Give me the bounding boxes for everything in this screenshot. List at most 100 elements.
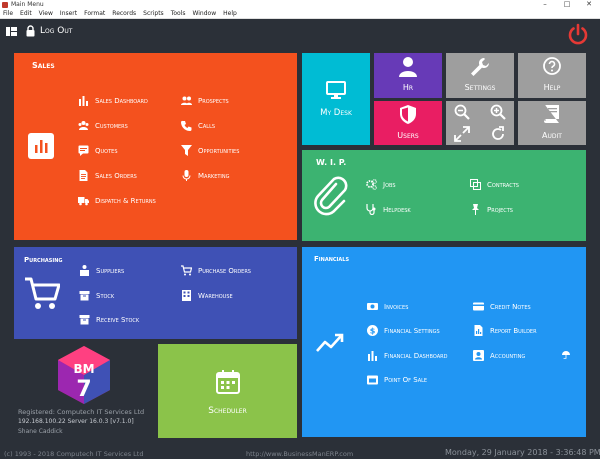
accounting-link[interactable]: Accounting	[473, 350, 525, 361]
trend-up-icon	[316, 333, 344, 352]
group-icon	[78, 121, 89, 130]
calendar-card-icon	[367, 375, 378, 385]
purchasing-tile: Purchasing Suppliers Purchase Orders Sto…	[14, 247, 297, 339]
logout-button[interactable]: Log Out	[40, 26, 72, 36]
help-label: Help	[543, 83, 561, 92]
purchase-orders-link[interactable]: Purchase Orders	[181, 265, 251, 276]
suppliers-link[interactable]: Suppliers	[79, 265, 124, 276]
book-icon	[544, 105, 559, 123]
wrench-icon	[471, 57, 490, 76]
minimize-button[interactable]: –	[534, 0, 556, 9]
audit-label: Audit	[542, 131, 562, 140]
user-text: Shane Caddick	[18, 428, 63, 435]
menu-edit[interactable]: Edit	[20, 9, 32, 18]
menu-scripts[interactable]: Scripts	[143, 9, 164, 18]
microphone-icon	[182, 170, 191, 181]
registered-text: Registered: Computech IT Services Ltd	[18, 408, 145, 416]
scheduler-tile[interactable]: Scheduler	[158, 344, 297, 438]
menu-tools[interactable]: Tools	[171, 9, 186, 18]
hr-label: Hr	[402, 83, 414, 92]
cart-icon	[181, 265, 192, 276]
maximize-button[interactable]: □	[556, 0, 578, 9]
phone-icon	[181, 120, 192, 131]
wip-tile: W. I. P. Jobs Contracts Helpdesk Project…	[302, 150, 586, 241]
datetime-text: Monday, 29 January 2018 - 3:36:48 PM	[445, 448, 600, 457]
settings-tile[interactable]: Settings	[446, 53, 514, 98]
money-icon	[367, 303, 378, 310]
umbrella-icon[interactable]	[562, 351, 570, 359]
dollar-icon: $	[367, 325, 378, 336]
paperclip-icon	[314, 176, 348, 216]
audit-tile[interactable]: Audit	[518, 101, 586, 145]
wip-title: W. I. P.	[316, 158, 347, 167]
sales-dashboard-link[interactable]: Sales Dashboard	[78, 95, 148, 106]
zoom-in-icon[interactable]	[490, 104, 506, 120]
menu-insert[interactable]: Insert	[60, 9, 77, 18]
financial-dashboard-link[interactable]: Financial Dashboard	[367, 350, 447, 361]
lock-icon[interactable]	[26, 25, 35, 37]
logo-text: BM	[73, 362, 94, 376]
sales-orders-link[interactable]: Sales Orders	[78, 170, 137, 181]
server-text: 192.168.100.22 Server 16.0.3 [v7.1.0]	[18, 418, 134, 425]
menu-help[interactable]: Help	[223, 9, 237, 18]
dispatch-returns-link[interactable]: Dispatch & Returns	[78, 195, 156, 206]
funnel-icon	[181, 145, 192, 156]
quote-icon	[78, 145, 89, 156]
menu-window[interactable]: Window	[192, 9, 216, 18]
gears-icon	[366, 179, 377, 190]
helpdesk-link[interactable]: Helpdesk	[366, 204, 411, 215]
sales-tile: Sales Sales Dashboard Prospects Customer…	[14, 53, 297, 240]
financial-settings-link[interactable]: $ Financial Settings	[367, 325, 440, 336]
invoices-link[interactable]: Invoices	[367, 301, 408, 312]
projects-link[interactable]: Projects	[470, 204, 513, 215]
layout-grid-icon[interactable]	[6, 27, 17, 36]
warehouse-link[interactable]: Warehouse	[181, 290, 233, 301]
marketing-link[interactable]: Marketing	[181, 170, 230, 181]
customers-link[interactable]: Customers	[78, 120, 128, 131]
menu-view[interactable]: View	[39, 9, 53, 18]
bm7-logo: BM 7	[58, 346, 110, 404]
report-builder-link[interactable]: Report Builder	[473, 325, 537, 336]
brand-panel: BM 7 Registered: Computech IT Services L…	[14, 344, 153, 438]
quotes-link[interactable]: Quotes	[78, 145, 118, 156]
building-icon	[182, 290, 191, 301]
menu-format[interactable]: Format	[84, 9, 105, 18]
zoom-out-icon[interactable]	[454, 104, 470, 120]
hr-tile[interactable]: Hr	[374, 53, 442, 98]
person-icon	[399, 57, 417, 77]
box-icon	[79, 291, 90, 301]
help-tile[interactable]: Help	[518, 53, 586, 98]
receive-box-icon	[79, 315, 90, 325]
stethoscope-icon	[366, 204, 376, 215]
menu-bar: File Edit View Insert Format Records Scr…	[0, 9, 600, 19]
receive-stock-link[interactable]: Receive Stock	[79, 314, 139, 325]
opportunities-link[interactable]: Opportunities	[181, 145, 239, 156]
app-icon	[2, 1, 8, 8]
mydesk-tile[interactable]: My Desk	[302, 53, 370, 145]
truck-icon	[78, 197, 89, 206]
refresh-icon[interactable]	[490, 126, 506, 142]
calls-link[interactable]: Calls	[181, 120, 215, 131]
stock-link[interactable]: Stock	[79, 290, 114, 301]
credit-notes-link[interactable]: Credit Notes	[473, 301, 531, 312]
mydesk-label: My Desk	[320, 108, 352, 118]
website-link[interactable]: http://www.BusinessManERP.com	[246, 450, 353, 458]
point-of-sale-link[interactable]: Point Of Sale	[367, 374, 427, 385]
power-icon[interactable]	[567, 23, 589, 45]
expand-icon[interactable]	[454, 126, 470, 142]
settings-label: Settings	[464, 83, 496, 92]
menu-records[interactable]: Records	[112, 9, 136, 18]
zoom-controls-tile	[446, 101, 514, 145]
users-tile[interactable]: Users	[374, 101, 442, 145]
help-circle-icon	[543, 57, 561, 75]
jobs-link[interactable]: Jobs	[366, 179, 396, 190]
people-icon	[181, 96, 192, 105]
monitor-icon	[326, 81, 346, 99]
close-button[interactable]: ✕	[578, 0, 600, 9]
prospects-link[interactable]: Prospects	[181, 95, 229, 106]
contracts-link[interactable]: Contracts	[470, 179, 519, 190]
supplier-icon	[80, 265, 89, 276]
scheduler-label: Scheduler	[208, 406, 247, 416]
shield-icon	[400, 105, 416, 124]
menu-file[interactable]: File	[3, 9, 13, 18]
